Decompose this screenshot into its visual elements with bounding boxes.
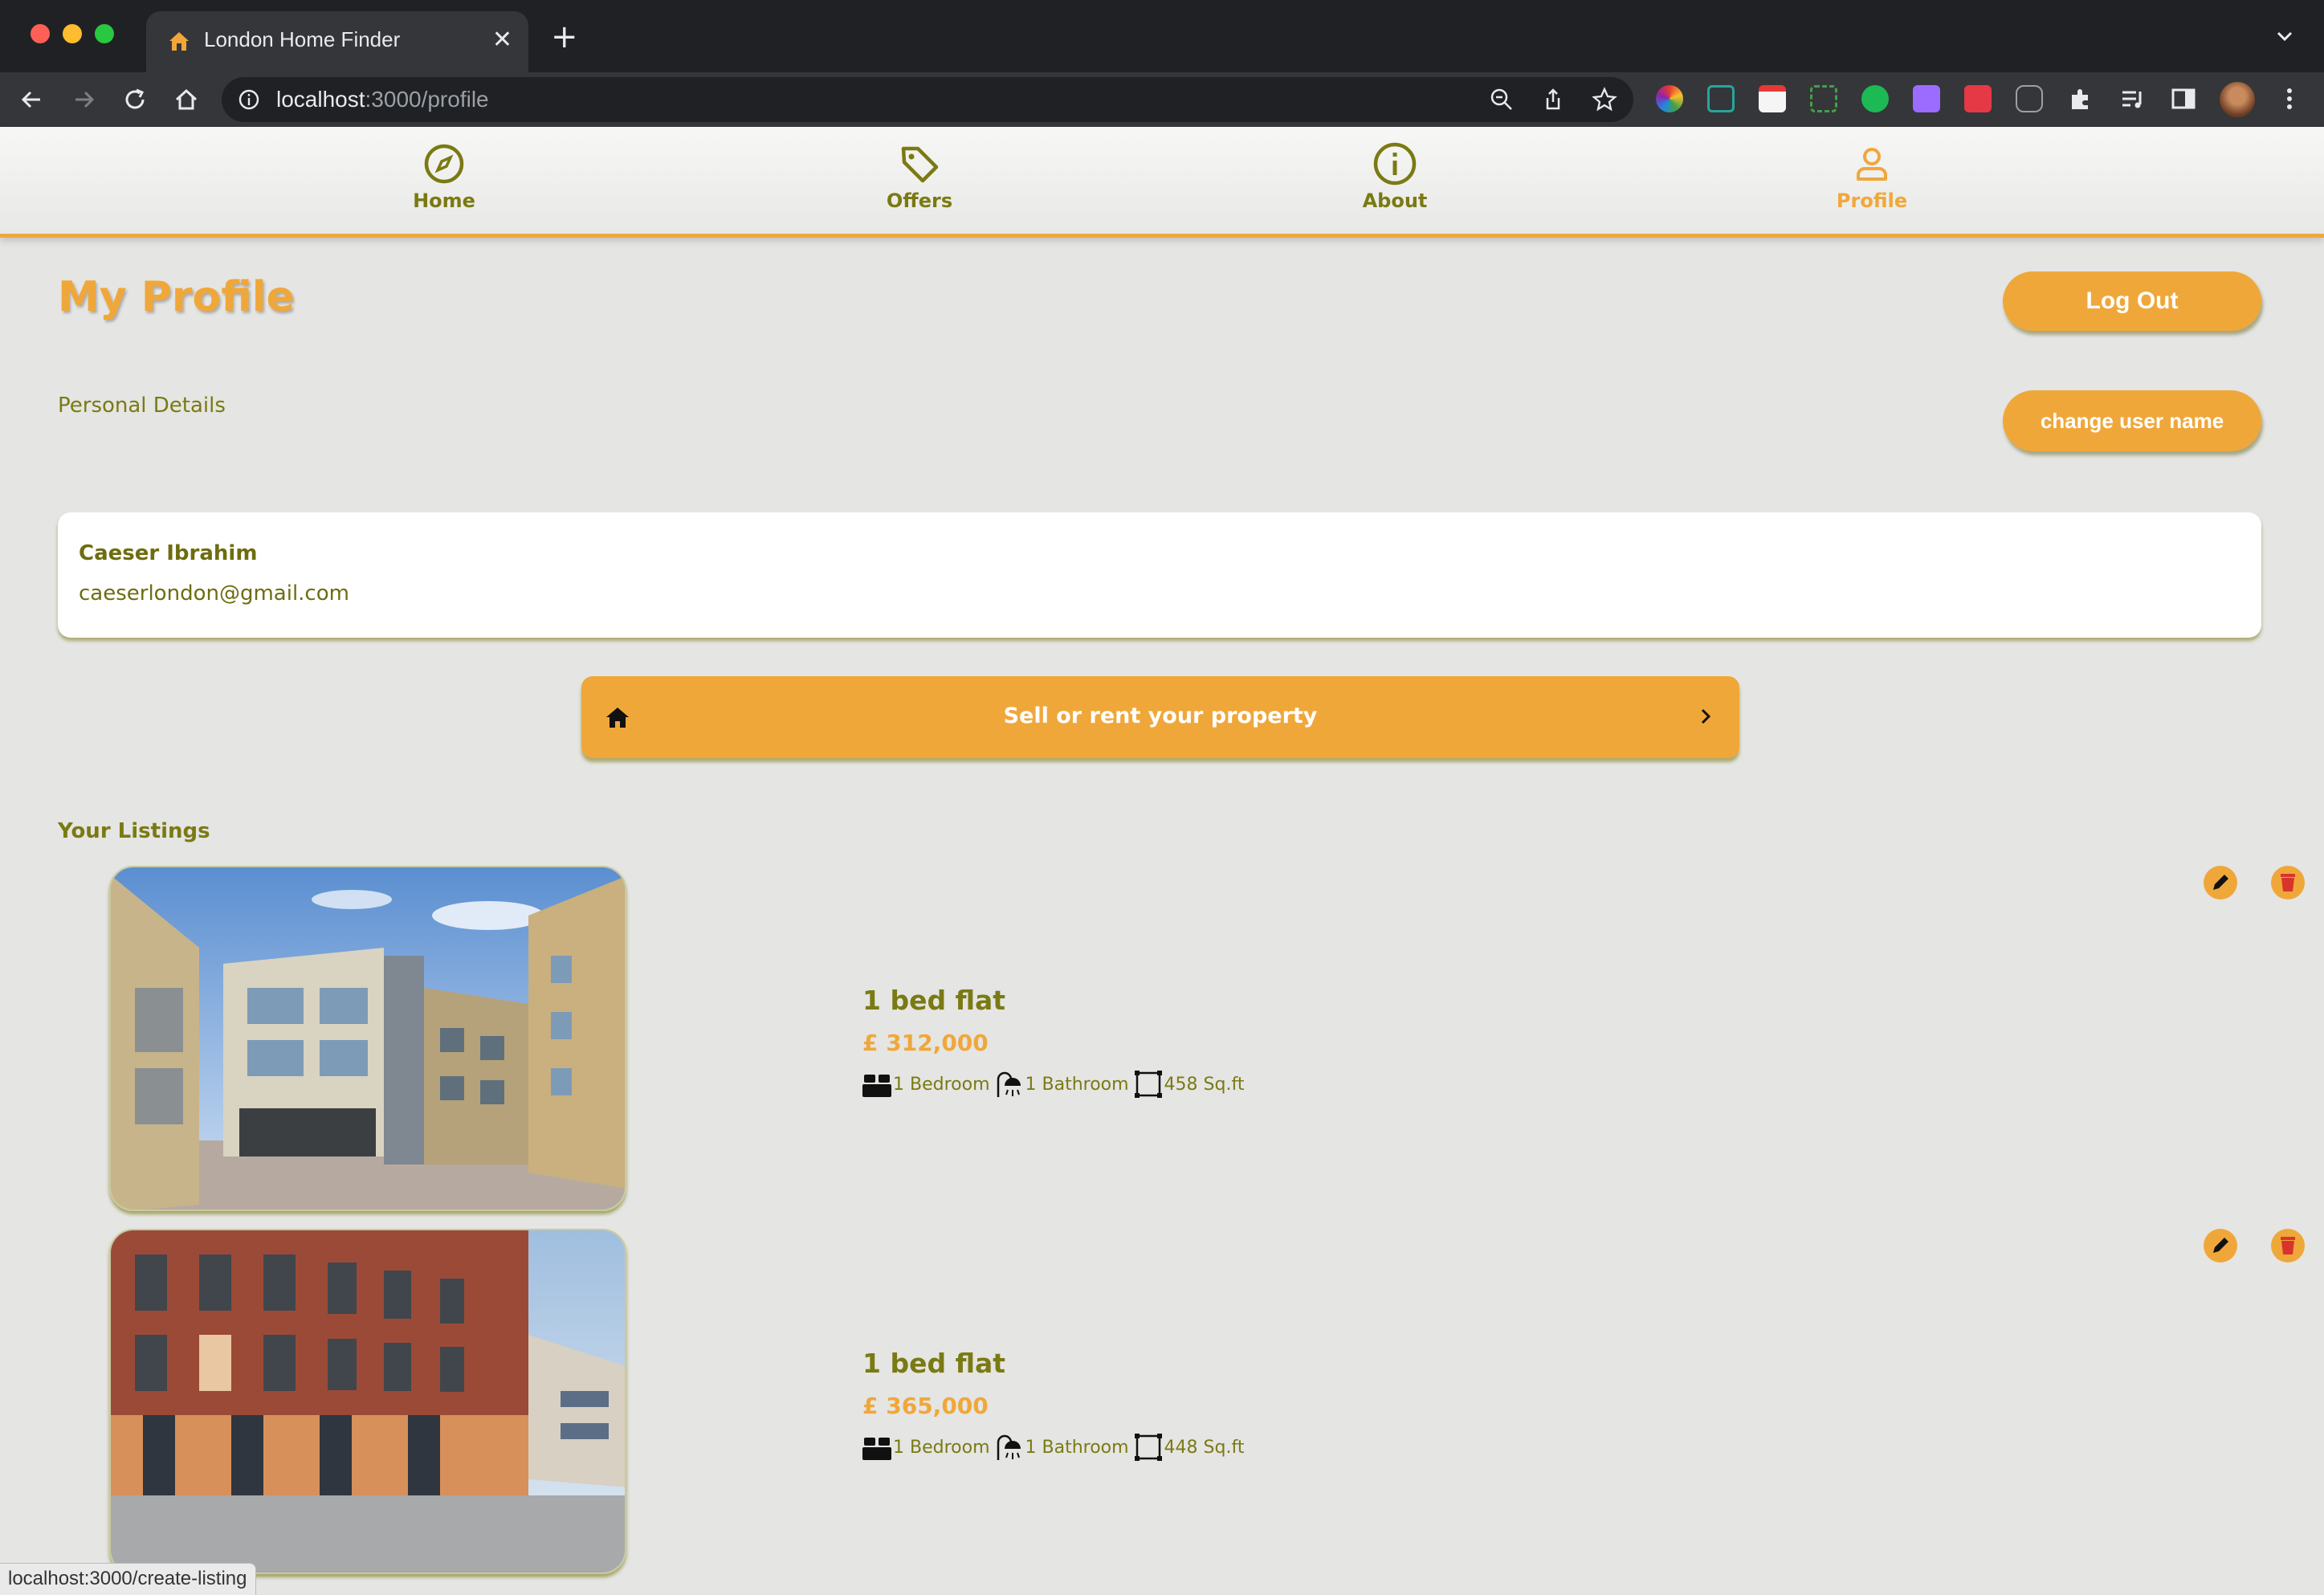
bed-icon <box>862 1438 891 1460</box>
bathrooms-label: 1 Bathroom <box>1025 1437 1129 1458</box>
browser-tab-strip: London Home Finder ✕ + <box>0 0 2324 72</box>
window-zoom-button[interactable] <box>95 24 114 43</box>
shower-icon <box>997 1434 1021 1460</box>
share-icon[interactable] <box>1540 87 1566 112</box>
trash-icon <box>2281 874 2295 891</box>
nav-label-offers: Offers <box>886 190 953 212</box>
area-label: 458 Sq.ft <box>1164 1074 1245 1095</box>
calendar-extension-icon[interactable] <box>1759 85 1786 112</box>
w-extension-icon[interactable] <box>1861 85 1889 112</box>
bathrooms-label: 1 Bathroom <box>1025 1074 1129 1095</box>
listing-photo[interactable] <box>109 1229 626 1574</box>
side-panel-icon[interactable] <box>2170 85 2197 112</box>
compass-icon <box>424 144 464 184</box>
tab-search-chevron-icon[interactable] <box>2273 24 2297 48</box>
area-icon <box>1134 1434 1162 1461</box>
browser-menu-icon[interactable] <box>2276 85 2303 112</box>
personal-details-card: Caeser Ibrahim caeserlondon@gmail.com <box>58 512 2261 638</box>
listing-photo-image <box>111 867 625 1210</box>
info-icon <box>1373 142 1417 186</box>
listing-title[interactable]: 1 bed flat <box>862 985 1005 1016</box>
listing-photo[interactable] <box>109 866 626 1211</box>
screenshot-extension-icon[interactable] <box>1810 85 1837 112</box>
bed-icon <box>862 1075 891 1097</box>
bookmark-star-icon[interactable] <box>1592 87 1617 112</box>
nav-item-profile[interactable]: Profile <box>1792 141 1952 230</box>
listing-price: £ 365,000 <box>862 1393 989 1419</box>
browser-tab[interactable]: London Home Finder ✕ <box>146 11 528 72</box>
bedrooms-label: 1 Bedroom <box>893 1437 990 1458</box>
listing-specs: 1 Bedroom 1 Bathroom 448 Sq.ft <box>861 1431 1247 1463</box>
site-info-icon[interactable] <box>238 88 260 111</box>
page-title: My Profile <box>58 273 295 321</box>
delete-listing-button[interactable] <box>2271 866 2305 899</box>
chevron-right-icon <box>1701 708 1711 724</box>
bedrooms-label: 1 Bedroom <box>893 1074 990 1095</box>
listing-photo-image <box>111 1230 625 1573</box>
user-email: caeserlondon@gmail.com <box>79 581 349 606</box>
tab-close-icon[interactable]: ✕ <box>492 26 512 54</box>
listing-title[interactable]: 1 bed flat <box>862 1348 1005 1379</box>
edit-listing-button[interactable] <box>2204 866 2237 899</box>
reading-list-icon[interactable] <box>2118 85 2146 112</box>
listing-price: £ 312,000 <box>862 1030 989 1056</box>
logout-button[interactable]: Log Out <box>2003 271 2261 331</box>
window-minimize-button[interactable] <box>63 24 82 43</box>
forward-arrow-icon[interactable] <box>67 84 100 116</box>
nav-label-home: Home <box>413 190 475 212</box>
browser-toolbar: localhost:3000/profile <box>0 72 2324 127</box>
link-status-bar: localhost:3000/create-listing <box>0 1563 256 1595</box>
house-favicon-icon <box>169 32 189 51</box>
zoom-icon[interactable] <box>1489 87 1515 112</box>
pencil-icon <box>2213 1238 2228 1253</box>
your-listings-label: Your Listings <box>58 819 210 843</box>
nav-label-profile: Profile <box>1836 190 1908 212</box>
tab-title: London Home Finder <box>204 27 401 51</box>
extension-icon[interactable] <box>1913 85 1940 112</box>
shower-icon <box>997 1071 1021 1097</box>
nav-item-home[interactable]: Home <box>364 141 524 230</box>
home-icon[interactable] <box>170 84 202 116</box>
puzzle-extensions-icon[interactable] <box>2067 85 2094 112</box>
area-icon <box>1134 1071 1162 1098</box>
user-name: Caeser Ibrahim <box>79 541 258 565</box>
delete-listing-button[interactable] <box>2271 1229 2305 1263</box>
nav-label-about: About <box>1362 190 1428 212</box>
color-picker-extension-icon[interactable] <box>1656 85 1683 112</box>
sell-or-rent-button[interactable]: Sell or rent your property <box>581 676 1739 758</box>
window-close-button[interactable] <box>31 24 50 43</box>
pencil-icon <box>2213 875 2228 890</box>
person-icon <box>1857 148 1887 181</box>
nav-item-about[interactable]: About <box>1315 141 1475 230</box>
listing-item[interactable]: 1 bed flat £ 365,000 1 Bedroom 1 Bathroo… <box>0 1229 2324 1574</box>
back-arrow-icon[interactable] <box>16 84 48 116</box>
change-user-name-button[interactable]: change user name <box>2003 390 2261 451</box>
tag-icon <box>901 146 939 183</box>
extension-icon[interactable] <box>2016 85 2043 112</box>
trash-icon <box>2281 1237 2295 1254</box>
reload-icon[interactable] <box>119 84 151 116</box>
area-label: 448 Sq.ft <box>1164 1437 1245 1458</box>
url-text[interactable]: localhost:3000/profile <box>276 87 489 112</box>
extension-icon[interactable] <box>1964 85 1992 112</box>
listing-specs: 1 Bedroom 1 Bathroom 458 Sq.ft <box>861 1068 1247 1100</box>
profile-avatar[interactable] <box>2220 82 2255 117</box>
app-navbar: Home Offers About Profile <box>0 127 2324 238</box>
nav-item-offers[interactable]: Offers <box>839 141 1000 230</box>
address-bar[interactable]: localhost:3000/profile <box>222 77 1633 122</box>
listing-item[interactable]: 1 bed flat £ 312,000 1 Bedroom 1 Bathroo… <box>0 866 2324 1211</box>
personal-details-label: Personal Details <box>58 394 226 418</box>
sell-or-rent-label: Sell or rent your property <box>1003 704 1318 728</box>
new-tab-icon[interactable]: + <box>551 21 578 53</box>
extension-icon[interactable] <box>1707 85 1735 112</box>
edit-listing-button[interactable] <box>2204 1229 2237 1263</box>
